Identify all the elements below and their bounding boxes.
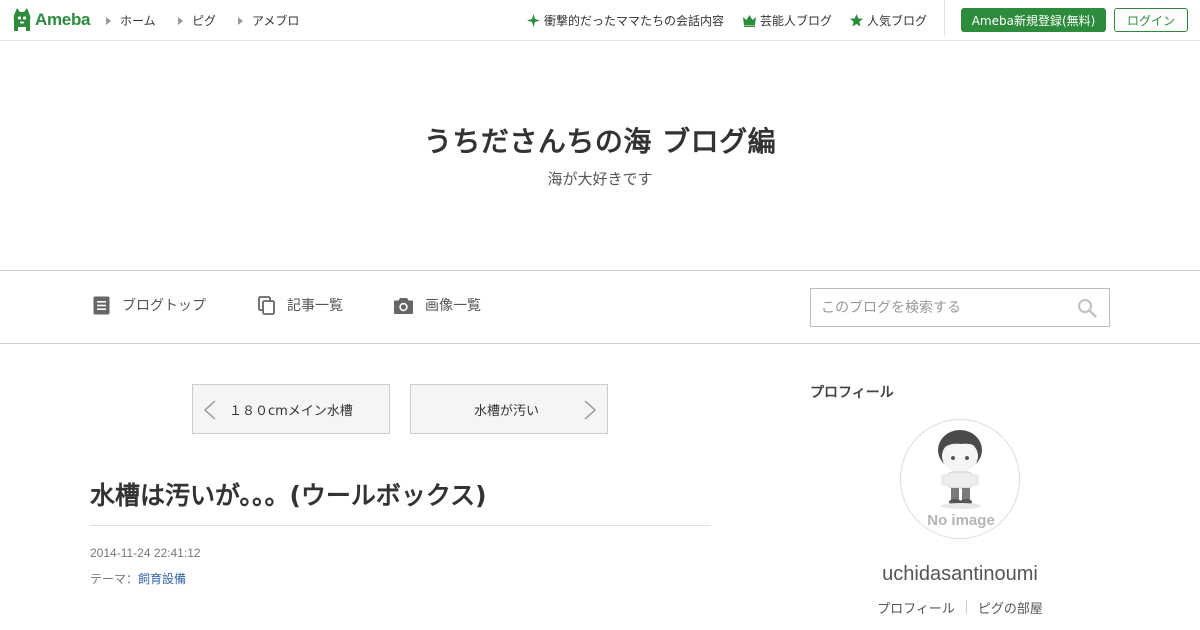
no-image-text: No image: [927, 512, 995, 529]
nav-home[interactable]: ホーム: [106, 12, 156, 29]
global-header: Ameba ホーム ピグ アメブロ 衝撃的だったママたちの会話内容 芸能人ブログ…: [0, 0, 1200, 41]
nav-pigg-label: ピグ: [192, 14, 217, 28]
prev-entry-button[interactable]: １８０cmメイン水槽: [192, 384, 390, 434]
link-popular-blogs-label: 人気ブログ: [867, 14, 928, 28]
register-button[interactable]: Ameba新規登録(無料): [961, 8, 1106, 32]
triangle-right-icon: [238, 16, 243, 25]
chevron-left-icon: [203, 400, 216, 420]
next-entry-label: 水槽が汚い: [474, 403, 540, 419]
profile-link[interactable]: プロフィール: [877, 598, 955, 617]
ameba-logo[interactable]: Ameba: [12, 7, 90, 33]
logo-text: Ameba: [35, 10, 91, 29]
triangle-right-icon: [106, 16, 111, 25]
profile-links: プロフィール ピグの部屋: [810, 598, 1110, 617]
ameba-mascot-icon: [13, 8, 31, 31]
nav-article-list-label: 記事一覧: [287, 298, 343, 314]
entry-theme-prefix: テーマ：: [90, 572, 139, 586]
pigg-avatar-placeholder-icon: No image: [927, 430, 995, 529]
avatar[interactable]: No image: [900, 419, 1020, 539]
pigg-room-link[interactable]: ピグの部屋: [978, 598, 1043, 617]
link-celebrity-blogs-label: 芸能人ブログ: [760, 14, 833, 28]
prev-entry-label: １８０cmメイン水槽: [229, 403, 353, 419]
link-mama-talk[interactable]: 衝撃的だったママたちの会話内容: [527, 12, 724, 29]
nav-ameblo[interactable]: アメブロ: [238, 12, 299, 29]
crown-icon: [743, 14, 756, 27]
nav-image-list-label: 画像一覧: [425, 298, 481, 314]
blog-search: [810, 288, 1110, 327]
blog-description: 海が大好きです: [547, 170, 653, 188]
search-input[interactable]: [811, 289, 1071, 326]
copy-icon: [258, 295, 275, 315]
nav-image-list[interactable]: 画像一覧: [394, 295, 481, 315]
document-icon: [93, 296, 110, 314]
header-divider: [944, 0, 945, 36]
triangle-right-icon: [178, 16, 183, 25]
star-icon: [850, 14, 863, 27]
nav-blog-top[interactable]: ブログトップ: [93, 295, 206, 315]
camera-icon: [394, 297, 413, 314]
entry-date: 2014-11-24 22:41:12: [90, 546, 201, 560]
link-popular-blogs[interactable]: 人気ブログ: [850, 12, 927, 29]
link-separator: [965, 600, 967, 614]
profile-username[interactable]: uchidasantinoumi: [810, 563, 1110, 586]
next-entry-button[interactable]: 水槽が汚い: [410, 384, 608, 434]
profile-heading: プロフィール: [810, 385, 894, 401]
nav-pigg[interactable]: ピグ: [178, 12, 216, 29]
nav-article-list[interactable]: 記事一覧: [258, 295, 343, 315]
entry-theme: テーマ：飼育設備: [90, 570, 186, 587]
login-button[interactable]: ログイン: [1114, 8, 1188, 32]
sparkle-icon: [527, 14, 540, 27]
link-celebrity-blogs[interactable]: 芸能人ブログ: [743, 12, 832, 29]
search-icon[interactable]: [1077, 298, 1097, 318]
blog-nav: ブログトップ 記事一覧 画像一覧: [0, 270, 1200, 344]
nav-ameblo-label: アメブロ: [252, 14, 300, 28]
link-mama-talk-label: 衝撃的だったママたちの会話内容: [544, 14, 725, 28]
blog-title[interactable]: うちださんちの海 ブログ編: [0, 120, 1200, 160]
entry-divider: [90, 525, 711, 526]
chevron-right-icon: [584, 400, 597, 420]
nav-blog-top-label: ブログトップ: [122, 298, 206, 314]
nav-home-label: ホーム: [120, 14, 156, 28]
entry-theme-link[interactable]: 飼育設備: [138, 572, 186, 586]
entry-title[interactable]: 水槽は汚いが。。。(ウールボックス): [90, 476, 487, 512]
